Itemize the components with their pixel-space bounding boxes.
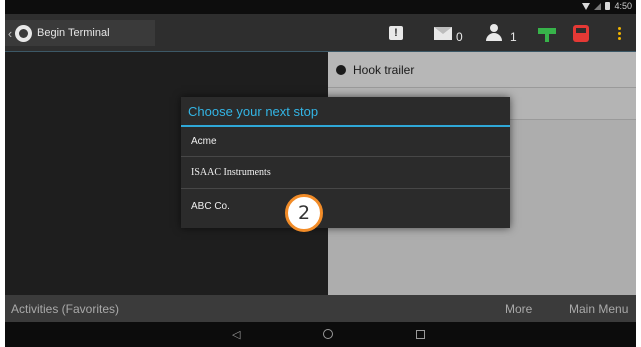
menu-dot <box>617 31 621 35</box>
tablet-screen: 4:50 ‹ Begin Terminal ! 0 1 Hook trailer… <box>5 0 636 347</box>
mail-icon[interactable] <box>433 22 453 44</box>
begin-terminal-button[interactable]: ‹ Begin Terminal <box>5 20 155 46</box>
main-menu-button[interactable]: Main Menu <box>569 302 628 316</box>
bottom-action-bar: Activities (Favorites) More Main Menu <box>5 295 636 322</box>
begin-terminal-label: Begin Terminal <box>37 27 110 39</box>
android-nav-bar: ◁ <box>5 322 636 347</box>
clock: 4:50 <box>614 1 632 11</box>
overflow-menu-icon[interactable] <box>614 22 624 44</box>
nav-home-icon[interactable] <box>323 329 333 339</box>
driver-icon-head <box>490 24 498 32</box>
battery-icon <box>605 2 611 10</box>
menu-dot <box>617 36 621 40</box>
stop-option-acme[interactable]: Acme <box>181 127 510 157</box>
signal-icon <box>594 2 602 10</box>
truck-icon[interactable] <box>570 22 592 44</box>
alert-glyph: ! <box>389 26 403 40</box>
stop-option-abc-co[interactable]: ABC Co. <box>181 189 510 224</box>
app-top-bar: ‹ Begin Terminal ! <box>5 14 636 52</box>
driver-icon-body <box>486 33 502 41</box>
dialog-title: Choose your next stop <box>181 97 510 127</box>
trailer-icon-leg <box>545 34 549 42</box>
nav-recents-icon[interactable] <box>416 330 425 339</box>
alert-icon[interactable]: ! <box>387 22 405 44</box>
driver-icon[interactable] <box>484 22 504 44</box>
status-icons: 4:50 <box>582 1 632 11</box>
driver-count: 1 <box>510 30 517 44</box>
menu-dot <box>617 26 621 30</box>
activities-favorites-button[interactable]: Activities (Favorites) <box>11 302 119 316</box>
trailer-icon[interactable] <box>536 22 558 44</box>
mail-count: 0 <box>456 30 463 44</box>
more-button[interactable]: More <box>505 302 532 316</box>
step-callout-badge: 2 <box>285 194 323 232</box>
truck-icon-cab <box>573 24 589 42</box>
nav-back-icon[interactable]: ◁ <box>232 328 240 341</box>
envelope-icon <box>434 26 452 40</box>
wifi-icon <box>582 2 591 10</box>
stop-option-isaac-instruments[interactable]: ISAAC Instruments <box>181 157 510 189</box>
chevron-left-icon: ‹ <box>7 25 13 41</box>
status-bar: 4:50 <box>5 0 636 14</box>
choose-stop-dialog: Choose your next stop Acme ISAAC Instrum… <box>181 97 510 228</box>
app-logo-icon <box>15 24 32 42</box>
